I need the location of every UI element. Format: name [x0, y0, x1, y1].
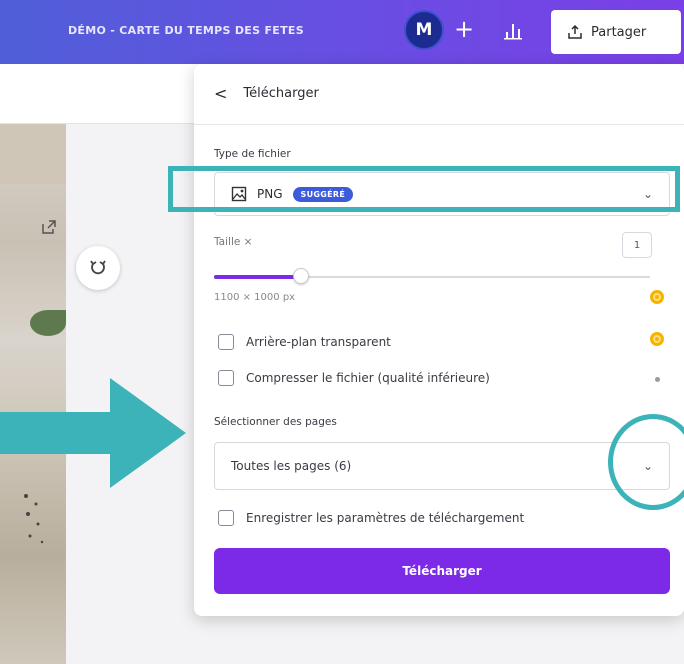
panel-title: Télécharger: [243, 86, 319, 101]
arrow-icon: [0, 378, 186, 488]
premium-crown-icon: [650, 290, 664, 304]
top-bar: DÉMO - CARTE DU TEMPS DES FETES M + Part…: [0, 0, 684, 64]
select-pages-dropdown[interactable]: Toutes les pages (6) ⌄: [214, 442, 670, 490]
download-panel: < Télécharger Type de fichier PNG SUGGÉR…: [194, 64, 684, 616]
divider: [194, 124, 684, 125]
premium-crown-icon: [650, 332, 664, 346]
option-label: Arrière-plan transparent: [246, 335, 391, 349]
dimensions-text: 1100 × 1000 px: [214, 292, 296, 303]
option-transparent-background[interactable]: Arrière-plan transparent: [218, 334, 391, 350]
option-compress-file[interactable]: Compresser le fichier (qualité inférieur…: [218, 370, 490, 386]
document-title[interactable]: DÉMO - CARTE DU TEMPS DES FETES: [68, 24, 304, 37]
info-dot-icon: [655, 377, 660, 382]
back-icon[interactable]: <: [214, 84, 227, 103]
file-type-label: Type de fichier: [214, 148, 291, 160]
add-collaborator-button[interactable]: +: [454, 17, 474, 41]
checkbox[interactable]: [218, 370, 234, 386]
save-settings-label: Enregistrer les paramètres de télécharge…: [246, 511, 525, 525]
rotate-button[interactable]: [76, 246, 120, 290]
export-page-icon[interactable]: [40, 218, 58, 236]
highlight-rectangle: [168, 166, 680, 212]
checkbox[interactable]: [218, 334, 234, 350]
share-button[interactable]: Partager: [551, 10, 681, 54]
design-canvas-top: [0, 124, 66, 184]
option-save-settings[interactable]: Enregistrer les paramètres de télécharge…: [218, 510, 524, 526]
avatar[interactable]: M: [404, 10, 444, 50]
canvas-speckles: [24, 494, 44, 544]
size-slider-fill: [214, 275, 302, 279]
rotate-icon: [90, 260, 106, 275]
panel-header: < Télécharger: [214, 84, 319, 103]
option-label: Compresser le fichier (qualité inférieur…: [246, 371, 490, 385]
share-label: Partager: [591, 24, 647, 40]
canvas-leaf-decoration: [30, 310, 66, 336]
select-pages-label: Sélectionner des pages: [214, 416, 337, 428]
select-pages-value: Toutes les pages (6): [231, 459, 352, 473]
download-button[interactable]: Télécharger: [214, 548, 670, 594]
size-label: Taille ×: [214, 236, 253, 248]
checkbox[interactable]: [218, 510, 234, 526]
upload-icon: [568, 24, 582, 39]
size-slider-thumb[interactable]: [293, 268, 310, 284]
analytics-icon[interactable]: [503, 20, 523, 40]
size-input[interactable]: 1: [622, 232, 652, 258]
